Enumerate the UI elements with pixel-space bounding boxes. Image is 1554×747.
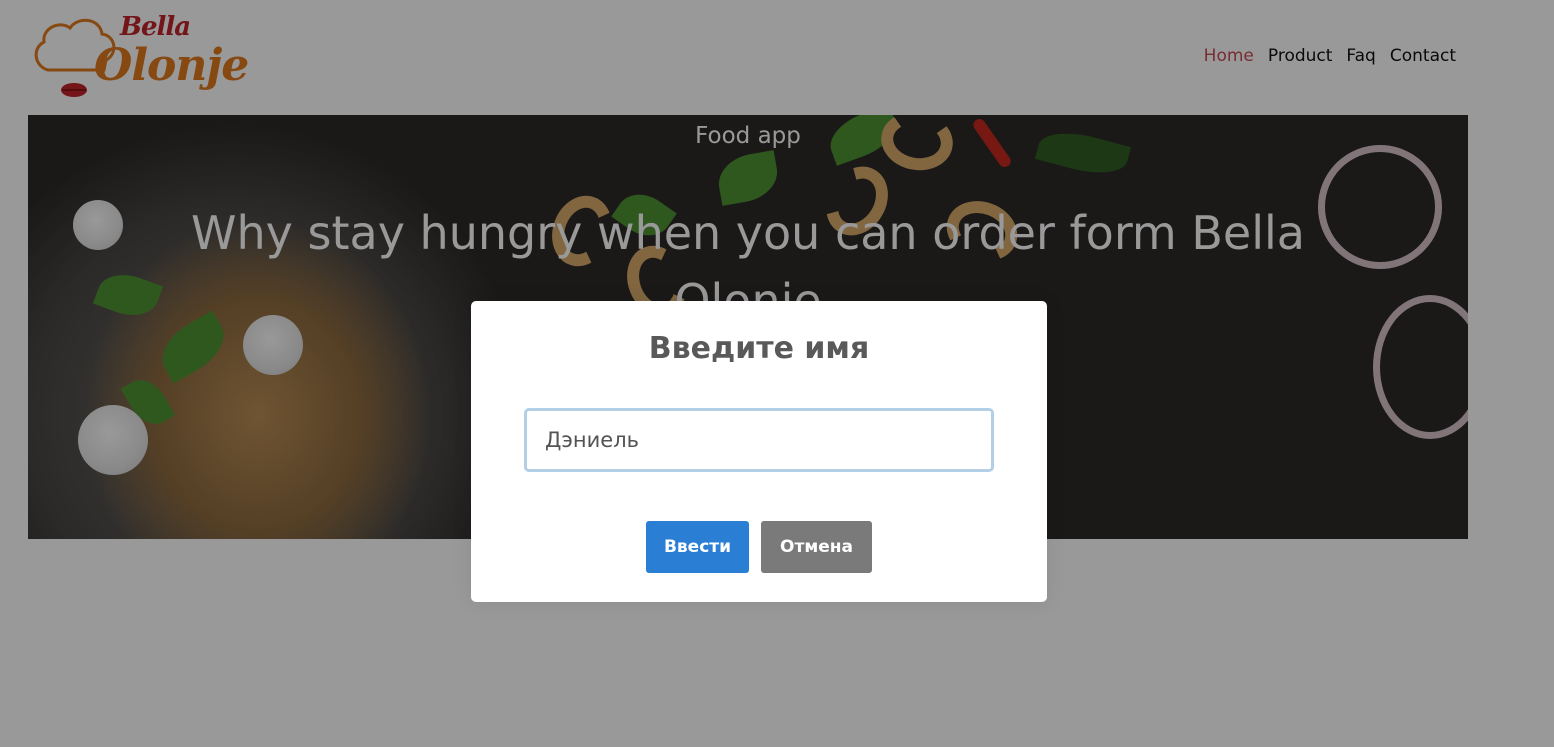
cancel-button[interactable]: Отмена (761, 521, 872, 573)
name-input[interactable] (524, 408, 994, 472)
dialog-title: Введите имя (648, 331, 870, 366)
confirm-button[interactable]: Ввести (646, 521, 749, 573)
page: Bella Olonje Home Product Faq Contact Fo… (0, 0, 1554, 747)
name-prompt-dialog: Введите имя Ввести Отмена (471, 301, 1047, 602)
